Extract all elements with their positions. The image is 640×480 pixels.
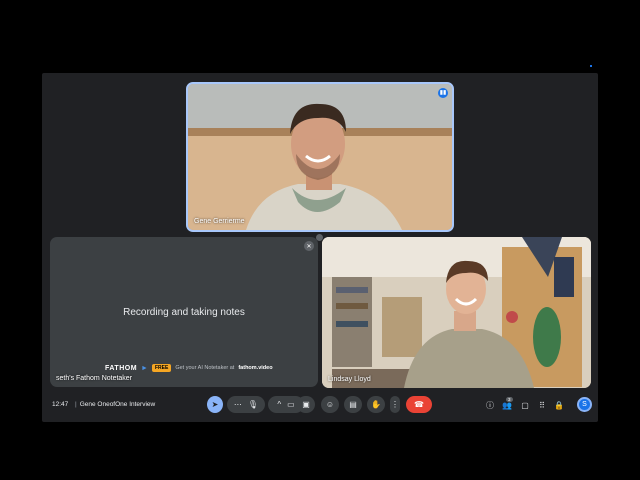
people-icon[interactable]: 👥 3 xyxy=(501,397,513,411)
mic-control: ⋯ 🎙 xyxy=(227,396,265,413)
info-icon[interactable]: ⓘ xyxy=(484,399,496,411)
participant-tile-lindsay[interactable]: Lindsay Lloyd xyxy=(322,237,591,388)
chat-icon[interactable]: ▢ xyxy=(519,399,531,411)
current-time: 12:47 xyxy=(52,401,69,408)
host-controls-icon[interactable]: 🔒 xyxy=(553,399,565,411)
participant-tile-gene[interactable]: ▮▮ Gene Gerrierme xyxy=(186,82,454,232)
emoji-icon[interactable]: ☺ xyxy=(321,396,339,413)
notetaker-status: Recording and taking notes xyxy=(123,307,245,318)
user-avatar[interactable]: S xyxy=(577,397,592,412)
fathom-play-icon: ► xyxy=(141,364,148,372)
speaking-indicator-icon: ▮▮ xyxy=(438,88,448,98)
connection-indicator xyxy=(590,65,592,67)
participant-video-gene xyxy=(246,103,402,230)
people-count-badge: 3 xyxy=(506,397,513,402)
audio-options-icon[interactable]: ⋯ xyxy=(234,400,242,409)
muted-mic-icon: ✕ xyxy=(304,241,314,251)
fathom-logo: FATHOM xyxy=(105,364,138,372)
send-icon[interactable]: ➤ xyxy=(207,396,223,413)
meeting-title-text: Gene OneofOne Interview xyxy=(79,401,156,408)
more-options-icon[interactable]: ⋮ xyxy=(390,396,400,413)
present-icon[interactable]: ▣ xyxy=(297,396,315,413)
promo-text: Get your AI Notetaker at xyxy=(175,365,235,371)
participant-name-notetaker: seth's Fathom Notetaker xyxy=(56,375,133,382)
microphone-icon[interactable]: 🎙 xyxy=(248,400,258,409)
participant-video-lindsay xyxy=(322,237,591,388)
fathom-promo: FATHOM ► FREE Get your AI Notetaker at f… xyxy=(105,364,273,372)
title-separator: | xyxy=(75,401,77,408)
free-badge: FREE xyxy=(151,364,172,372)
participant-name-gene: Gene Gerrierme xyxy=(194,218,245,225)
participant-name-lindsay: Lindsay Lloyd xyxy=(328,376,371,383)
end-call-button[interactable]: ☎ xyxy=(406,396,432,413)
camera-icon[interactable]: ▭ xyxy=(287,400,295,409)
raise-hand-icon[interactable]: ✋ xyxy=(367,396,385,413)
captions-icon[interactable]: ▤ xyxy=(344,396,362,413)
meeting-toolbar: 12:47 | Gene OneofOne Interview ➤ ⋯ 🎙 ^ ▭… xyxy=(42,394,598,416)
activities-icon[interactable]: ⠿ xyxy=(536,399,548,411)
video-options-icon[interactable]: ^ xyxy=(277,400,281,409)
promo-url: fathom.video xyxy=(238,365,273,371)
meeting-title: | Gene OneofOne Interview xyxy=(75,401,155,408)
participant-tile-notetaker[interactable]: ✕ Recording and taking notes FATHOM ► FR… xyxy=(50,237,318,387)
